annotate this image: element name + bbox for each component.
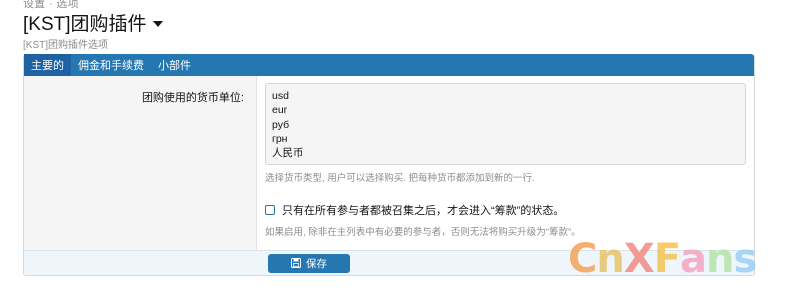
save-icon — [291, 258, 301, 268]
watermark-letter: X — [623, 236, 655, 282]
watermark-letter: a — [680, 236, 707, 282]
fundraising-checkbox[interactable] — [265, 205, 275, 215]
watermark-letter: C — [568, 236, 597, 282]
watermark-logo: C n X F a n s — [568, 236, 758, 282]
watermark-letter: F — [653, 236, 681, 282]
tab-bar: 主要的 佣金和手续费 小部件 — [24, 54, 754, 76]
currency-line: грн — [272, 132, 288, 145]
watermark-letter: n — [596, 236, 625, 282]
dropdown-caret-icon[interactable] — [152, 20, 163, 27]
currency-line: usd — [272, 90, 289, 102]
save-button-label: 保存 — [306, 257, 327, 270]
currency-line: 人民币 — [272, 147, 304, 160]
page-title-text: [KST]团购插件 — [23, 14, 147, 35]
watermark-letter: s — [733, 236, 758, 282]
fundraising-checkbox-label[interactable]: 只有在所有参与者都被召集之后，才会进入“筹款”的状态。 — [282, 202, 564, 218]
page-title: [KST]团购插件 — [23, 9, 163, 36]
currency-label: 团购使用的货币单位: — [24, 76, 257, 252]
tab-main[interactable]: 主要的 — [24, 54, 71, 76]
watermark-letter: n — [706, 236, 735, 282]
currency-hint: 选择货币类型, 用户可以选择购买. 把每种货币都添加到新的一行. — [265, 173, 535, 184]
save-button[interactable]: 保存 — [268, 253, 350, 273]
currency-textarea[interactable]: usd eur руб грн 人民币 — [265, 83, 746, 165]
currency-line: руб — [272, 118, 290, 131]
tab-widgets[interactable]: 小部件 — [151, 54, 198, 76]
tab-commission-fees[interactable]: 佣金和手续费 — [71, 54, 151, 76]
page-subtitle: [KST]团购插件选项 — [23, 40, 109, 51]
form-row-currency: 团购使用的货币单位: usd eur руб грн 人民币 选择货币类型, 用… — [24, 76, 754, 252]
currency-line: eur — [272, 104, 288, 117]
fundraising-option[interactable]: 只有在所有参与者都被召集之后，才会进入“筹款”的状态。 — [265, 202, 746, 218]
currency-controls: usd eur руб грн 人民币 选择货币类型, 用户可以选择购买. 把每… — [257, 76, 754, 251]
